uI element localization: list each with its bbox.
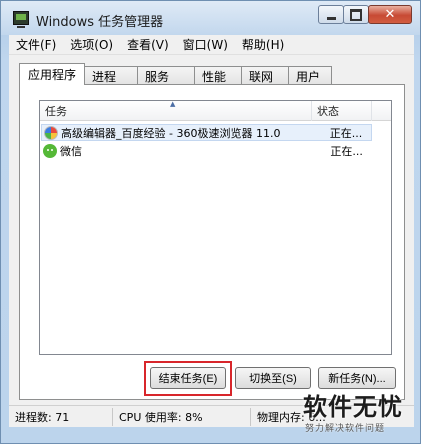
tab-processes[interactable]: 进程 [84,66,139,85]
menu-bar: 文件(F) 选项(O) 查看(V) 窗口(W) 帮助(H) [9,35,414,55]
watermark-sub: 努力解决软件问题 [305,424,386,434]
menu-window[interactable]: 窗口(W) [176,36,235,53]
maximize-icon[interactable] [343,5,369,24]
end-task-button[interactable]: 结束任务(E) [150,367,226,389]
menu-view[interactable]: 查看(V) [120,36,176,53]
list-item[interactable]: 微信 正在... [41,142,372,159]
status-process-count: 进程数: 71 [9,407,113,426]
task-manager-window: Windows 任务管理器 ✕ 文件(F) 选项(O) 查看(V) 窗口(W) … [0,0,421,444]
task-name: 微信 [60,144,82,158]
tab-users[interactable]: 用户 [288,66,333,85]
list-header: 任务 ▲ 状态 [40,100,391,121]
task-manager-app-icon [13,11,29,28]
tab-applications[interactable]: 应用程序 [19,63,86,85]
list-item[interactable]: 高级编辑器_百度经验 - 360极速浏览器 11.0 正在... [41,124,372,141]
360-browser-icon [44,125,58,140]
applications-panel: 任务 ▲ 状态 高级编辑器_百度经验 - 360极速浏览器 11.0 正在...… [19,84,405,400]
menu-options[interactable]: 选项(O) [63,36,120,53]
watermark-main: 软件无忧 [303,393,403,421]
column-header-status-label: 状态 [317,105,339,118]
client-area: 应用程序 进程 服务 性能 联网 用户 任务 ▲ 状态 高级编辑器_百度经验 -… [9,55,414,405]
task-status: 正在... [330,144,363,158]
sort-ascending-icon: ▲ [170,100,176,108]
close-icon[interactable]: ✕ [368,5,412,24]
column-header-task[interactable]: 任务 ▲ [40,100,312,121]
title-bar[interactable]: Windows 任务管理器 ✕ [1,1,420,35]
tab-networking[interactable]: 联网 [241,66,290,85]
watermark: 软件无忧 努力解决软件问题 [299,387,417,439]
switch-to-button[interactable]: 切换至(S) [235,367,311,389]
caption-buttons: ✕ [318,5,412,24]
tab-services[interactable]: 服务 [137,66,196,85]
menu-help[interactable]: 帮助(H) [235,36,291,53]
window-title: Windows 任务管理器 [36,15,164,30]
column-header-task-label: 任务 [45,105,67,118]
menu-file[interactable]: 文件(F) [9,36,63,53]
status-cpu-usage: CPU 使用率: 8% [113,407,251,426]
minimize-icon[interactable] [318,5,344,24]
task-status: 正在... [329,126,363,140]
tab-performance[interactable]: 性能 [194,66,243,85]
tab-strip: 应用程序 进程 服务 性能 联网 用户 [19,63,333,85]
column-header-status[interactable]: 状态 [312,101,372,121]
wechat-icon [43,143,57,158]
new-task-button[interactable]: 新任务(N)... [318,367,396,389]
task-list[interactable]: 任务 ▲ 状态 高级编辑器_百度经验 - 360极速浏览器 11.0 正在...… [39,100,392,355]
task-name: 高级编辑器_百度经验 - 360极速浏览器 11.0 [61,126,281,140]
